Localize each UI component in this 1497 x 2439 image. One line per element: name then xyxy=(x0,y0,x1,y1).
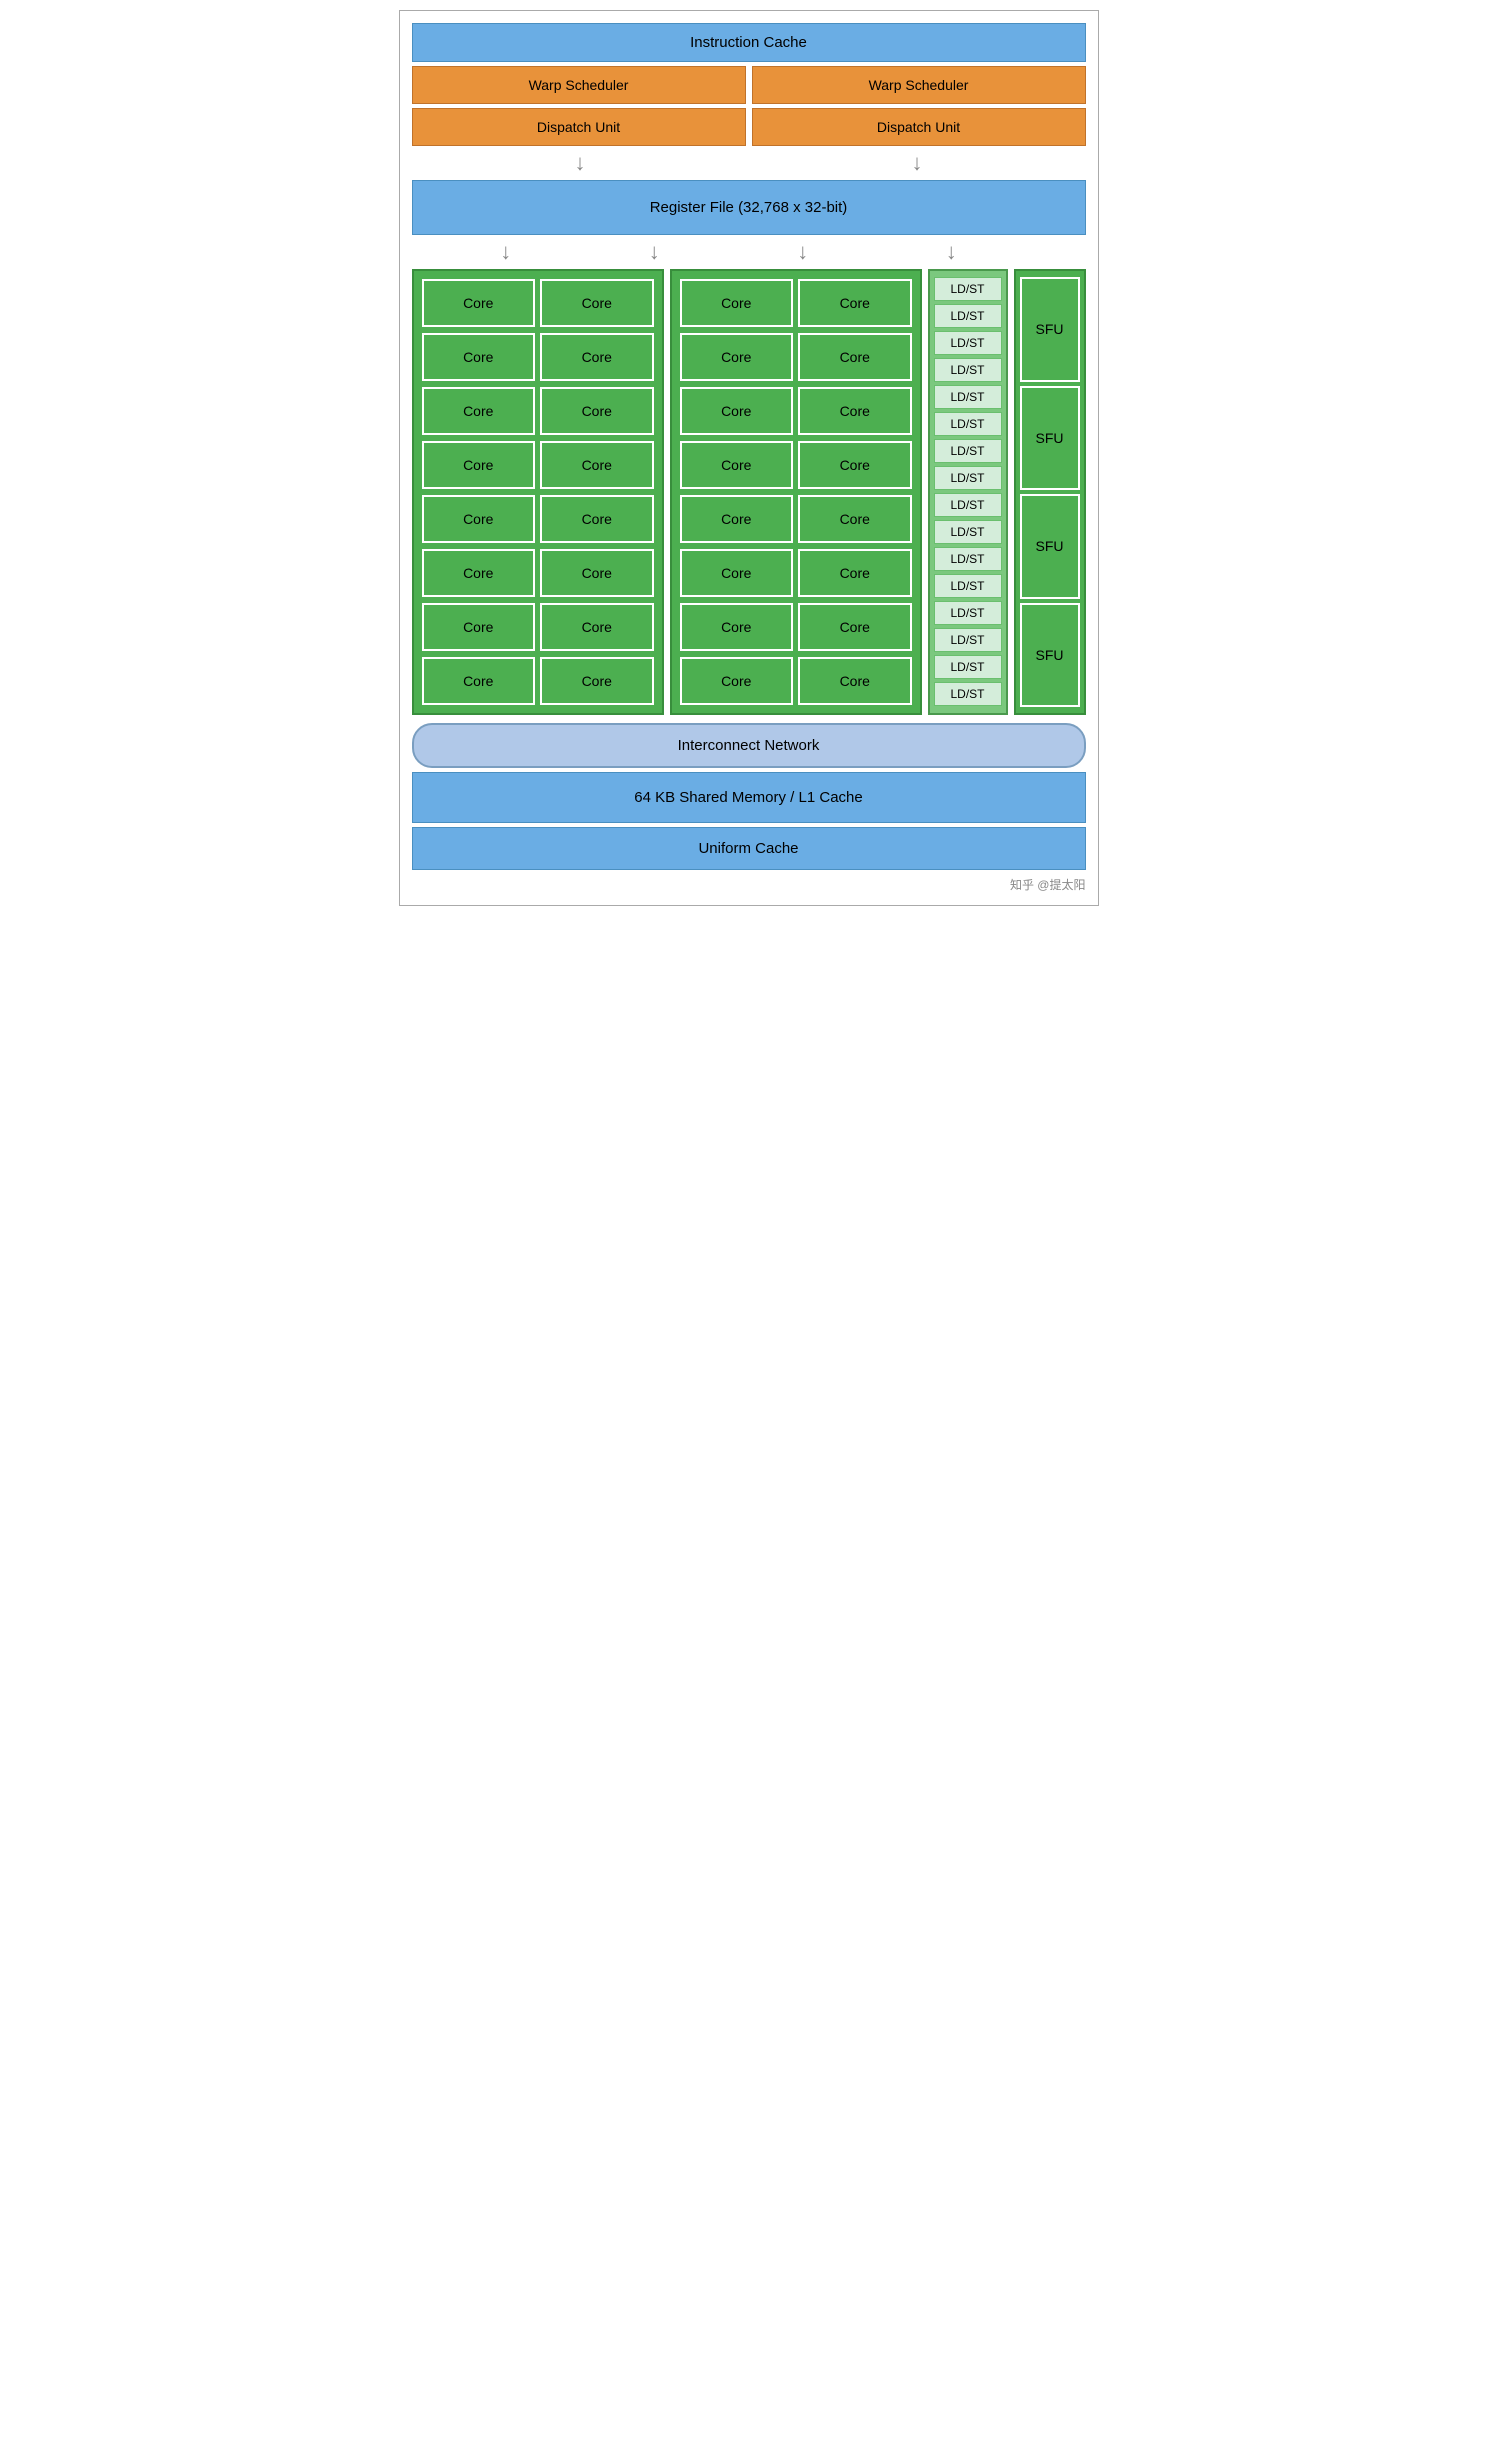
instruction-cache: Instruction Cache xyxy=(412,23,1086,62)
core-1-2: Core xyxy=(540,279,654,327)
core-6-1: Core xyxy=(422,549,536,597)
sfu-column: SFU SFU SFU SFU xyxy=(1014,269,1086,715)
core-column-2: Core Core Core Core Core Core Core Core … xyxy=(670,269,922,715)
arrows-to-columns: ↓ ↓ ↓ ↓ xyxy=(412,239,1086,265)
core-row-4-col2: Core Core xyxy=(680,441,912,489)
sfu-4: SFU xyxy=(1020,603,1080,708)
warp-scheduler-1: Warp Scheduler xyxy=(412,66,746,104)
arrow-icon-3: ↓ xyxy=(500,241,511,263)
core-row-5-col2: Core Core xyxy=(680,495,912,543)
sfu-2: SFU xyxy=(1020,386,1080,491)
arrow-icon-1: ↓ xyxy=(575,152,586,174)
core-column-1: Core Core Core Core Core Core Core Core … xyxy=(412,269,664,715)
sfu-3: SFU xyxy=(1020,494,1080,599)
core-row-5-col1: Core Core xyxy=(422,495,654,543)
core-c2-5-1: Core xyxy=(680,495,794,543)
ldst-12: LD/ST xyxy=(934,574,1002,598)
core-row-3-col1: Core Core xyxy=(422,387,654,435)
ldst-1: LD/ST xyxy=(934,277,1002,301)
core-2-1: Core xyxy=(422,333,536,381)
core-c2-8-1: Core xyxy=(680,657,794,705)
core-7-2: Core xyxy=(540,603,654,651)
sfu-1: SFU xyxy=(1020,277,1080,382)
core-c2-8-2: Core xyxy=(798,657,912,705)
ldst-5: LD/ST xyxy=(934,385,1002,409)
ldst-3: LD/ST xyxy=(934,331,1002,355)
warp-scheduler-2: Warp Scheduler xyxy=(752,66,1086,104)
shared-memory: 64 KB Shared Memory / L1 Cache xyxy=(412,772,1086,823)
gpu-sm-diagram: Instruction Cache Warp Scheduler Warp Sc… xyxy=(399,10,1099,906)
core-c2-5-2: Core xyxy=(798,495,912,543)
core-c2-4-2: Core xyxy=(798,441,912,489)
ldst-16: LD/ST xyxy=(934,682,1002,706)
dispatch-unit-2: Dispatch Unit xyxy=(752,108,1086,146)
core-c2-6-1: Core xyxy=(680,549,794,597)
ldst-14: LD/ST xyxy=(934,628,1002,652)
core-3-1: Core xyxy=(422,387,536,435)
core-row-2-col1: Core Core xyxy=(422,333,654,381)
ldst-10: LD/ST xyxy=(934,520,1002,544)
core-6-2: Core xyxy=(540,549,654,597)
core-c2-4-1: Core xyxy=(680,441,794,489)
core-2-2: Core xyxy=(540,333,654,381)
ldst-6: LD/ST xyxy=(934,412,1002,436)
core-4-1: Core xyxy=(422,441,536,489)
interconnect-network: Interconnect Network xyxy=(412,723,1086,768)
core-row-8-col1: Core Core xyxy=(422,657,654,705)
dispatch-unit-1: Dispatch Unit xyxy=(412,108,746,146)
arrow-icon-2: ↓ xyxy=(912,152,923,174)
arrow-icon-4: ↓ xyxy=(649,241,660,263)
ldst-8: LD/ST xyxy=(934,466,1002,490)
ldst-13: LD/ST xyxy=(934,601,1002,625)
arrow-icon-6: ↓ xyxy=(946,241,957,263)
core-row-3-col2: Core Core xyxy=(680,387,912,435)
core-row-6-col1: Core Core xyxy=(422,549,654,597)
core-1-1: Core xyxy=(422,279,536,327)
warp-scheduler-row: Warp Scheduler Warp Scheduler xyxy=(412,66,1086,104)
core-8-1: Core xyxy=(422,657,536,705)
core-8-2: Core xyxy=(540,657,654,705)
ldst-9: LD/ST xyxy=(934,493,1002,517)
ldst-15: LD/ST xyxy=(934,655,1002,679)
core-c2-7-2: Core xyxy=(798,603,912,651)
core-4-2: Core xyxy=(540,441,654,489)
core-7-1: Core xyxy=(422,603,536,651)
core-c2-6-2: Core xyxy=(798,549,912,597)
core-5-2: Core xyxy=(540,495,654,543)
core-c2-1-2: Core xyxy=(798,279,912,327)
ldst-column: LD/ST LD/ST LD/ST LD/ST LD/ST LD/ST LD/S… xyxy=(928,269,1008,715)
core-c2-2-2: Core xyxy=(798,333,912,381)
core-row-7-col1: Core Core xyxy=(422,603,654,651)
core-row-8-col2: Core Core xyxy=(680,657,912,705)
core-c2-1-1: Core xyxy=(680,279,794,327)
register-file: Register File (32,768 x 32-bit) xyxy=(412,180,1086,235)
ldst-2: LD/ST xyxy=(934,304,1002,328)
watermark: 知乎 @提太阳 xyxy=(412,876,1086,893)
core-c2-7-1: Core xyxy=(680,603,794,651)
uniform-cache: Uniform Cache xyxy=(412,827,1086,870)
execution-units-area: Core Core Core Core Core Core Core Core … xyxy=(412,269,1086,715)
core-5-1: Core xyxy=(422,495,536,543)
core-row-2-col2: Core Core xyxy=(680,333,912,381)
core-c2-2-1: Core xyxy=(680,333,794,381)
core-row-4-col1: Core Core xyxy=(422,441,654,489)
arrow-icon-5: ↓ xyxy=(797,241,808,263)
ldst-7: LD/ST xyxy=(934,439,1002,463)
core-row-7-col2: Core Core xyxy=(680,603,912,651)
ldst-11: LD/ST xyxy=(934,547,1002,571)
core-c2-3-2: Core xyxy=(798,387,912,435)
core-row-1-col2: Core Core xyxy=(680,279,912,327)
ldst-4: LD/ST xyxy=(934,358,1002,382)
core-row-1-col1: Core Core xyxy=(422,279,654,327)
dispatch-unit-row: Dispatch Unit Dispatch Unit xyxy=(412,108,1086,146)
core-c2-3-1: Core xyxy=(680,387,794,435)
core-3-2: Core xyxy=(540,387,654,435)
core-row-6-col2: Core Core xyxy=(680,549,912,597)
arrows-to-register: ↓ ↓ xyxy=(412,150,1086,176)
